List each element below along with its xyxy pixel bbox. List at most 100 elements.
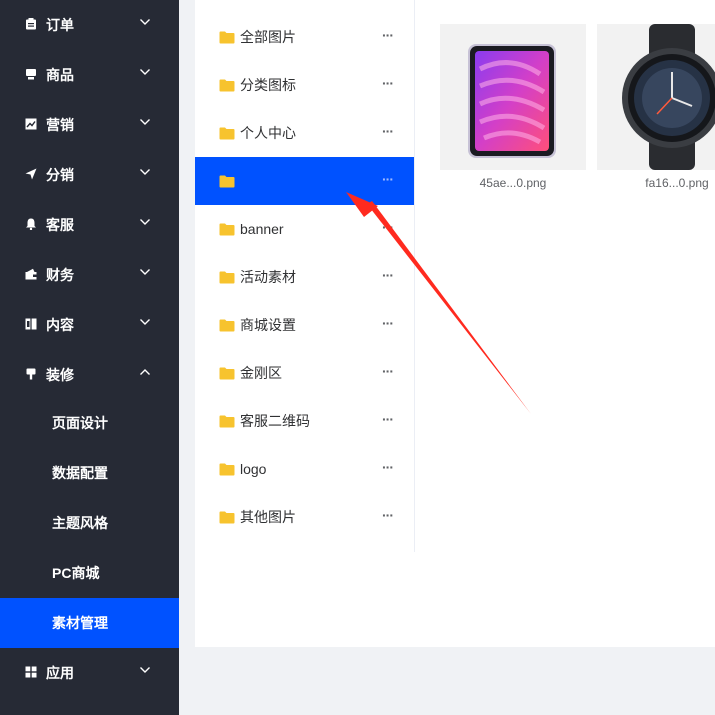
chevron-down-icon (140, 319, 150, 325)
submenu-item-pc-mall[interactable]: PC商城 (0, 548, 179, 598)
folder-icon (219, 319, 235, 332)
folder-item[interactable]: 客服二维码 ··· (195, 397, 414, 445)
wallet-icon (25, 268, 37, 280)
folder-item[interactable]: 商城设置 ··· (195, 301, 414, 349)
paint-brush-icon (26, 368, 36, 380)
folder-icon (219, 31, 235, 44)
submenu-item-label: 页面设计 (52, 415, 108, 431)
bell-icon (26, 218, 36, 230)
folder-icon (219, 223, 235, 236)
menu-item-label: 营销 (46, 117, 74, 133)
menu-item-customer-service[interactable]: 客服 (0, 200, 179, 250)
sidebar: 订单 商品 营销 分销 客服 财务 内容 装修 页面设计 数据配置 主题风格 P… (0, 0, 179, 715)
chevron-down-icon (140, 119, 150, 125)
folder-label: 活动素材 (240, 269, 296, 285)
chevron-up-icon (140, 369, 150, 375)
folder-more-button[interactable]: ··· (382, 76, 394, 90)
chevron-down-icon (140, 69, 150, 75)
folder-icon (219, 511, 235, 524)
smartwatch-product-icon (622, 24, 715, 170)
folder-icon (219, 127, 235, 140)
book-icon (25, 318, 37, 330)
menu-item-label: 装修 (46, 367, 74, 383)
folder-icon (219, 271, 235, 284)
folder-more-button[interactable]: ··· (382, 412, 394, 426)
folder-item[interactable]: banner ··· (195, 205, 414, 253)
tablet-product-icon (468, 44, 556, 158)
folder-label: logo (240, 461, 267, 477)
folder-item[interactable]: 其他图片 ··· (195, 493, 414, 541)
folder-list: 全部图片 ··· 分类图标 ··· 个人中心 ··· ··· banner ··… (195, 0, 415, 552)
chevron-down-icon (140, 19, 150, 25)
folder-more-button[interactable]: ··· (382, 508, 394, 522)
file-thumbnail (597, 24, 715, 170)
chevron-down-icon (140, 169, 150, 175)
menu-item-label: 商品 (46, 67, 74, 83)
folder-label: 金刚区 (240, 365, 282, 381)
clipboard-icon (26, 18, 36, 30)
folder-more-button[interactable]: ··· (382, 172, 394, 186)
chevron-down-icon (140, 667, 150, 673)
submenu-item-page-design[interactable]: 页面设计 (0, 398, 179, 448)
folder-more-button[interactable]: ··· (382, 124, 394, 138)
folder-label: 分类图标 (240, 77, 296, 93)
folder-more-button[interactable]: ··· (382, 220, 394, 234)
submenu-item-data-config[interactable]: 数据配置 (0, 448, 179, 498)
menu-item-finance[interactable]: 财务 (0, 250, 179, 300)
material-panel: 全部图片 ··· 分类图标 ··· 个人中心 ··· ··· banner ··… (195, 0, 715, 647)
menu-item-marketing[interactable]: 营销 (0, 100, 179, 150)
menu-item-label: 应用 (46, 665, 74, 681)
menu-item-label: 内容 (46, 317, 74, 333)
folder-icon (219, 175, 235, 188)
folder-more-button[interactable]: ··· (382, 364, 394, 378)
folder-more-button[interactable]: ··· (382, 28, 394, 42)
package-icon (26, 69, 36, 80)
folder-icon (219, 415, 235, 428)
folder-label: banner (240, 221, 284, 237)
folder-item[interactable]: 个人中心 ··· (195, 109, 414, 157)
chevron-down-icon (140, 219, 150, 225)
folder-label: 商城设置 (240, 317, 296, 333)
menu-item-distribution[interactable]: 分销 (0, 150, 179, 200)
menu-item-label: 订单 (46, 17, 74, 33)
menu-item-apps[interactable]: 应用 (0, 648, 179, 698)
folder-item-selected[interactable]: ··· (195, 157, 414, 205)
file-thumbnail (440, 24, 586, 170)
folder-icon (219, 367, 235, 380)
trend-chart-icon (25, 118, 37, 130)
file-card[interactable]: 45ae...0.png (440, 24, 586, 194)
folder-icon (219, 79, 235, 92)
submenu-item-label: 数据配置 (52, 465, 108, 481)
folder-item[interactable]: 全部图片 ··· (195, 13, 414, 61)
folder-more-button[interactable]: ··· (382, 460, 394, 474)
file-name: fa16...0.png (645, 176, 709, 190)
folder-label: 客服二维码 (240, 413, 310, 429)
folder-more-button[interactable]: ··· (382, 268, 394, 282)
menu-item-content[interactable]: 内容 (0, 300, 179, 350)
folder-item[interactable]: 活动素材 ··· (195, 253, 414, 301)
submenu-item-label: 主题风格 (52, 515, 108, 531)
folder-label: 全部图片 (240, 29, 296, 45)
folder-label: 其他图片 (240, 509, 296, 525)
paper-plane-icon (25, 168, 37, 180)
submenu-item-material-management[interactable]: 素材管理 (0, 598, 179, 648)
grid-icon (25, 666, 37, 678)
file-name: 45ae...0.png (479, 176, 547, 190)
menu-item-label: 财务 (46, 267, 74, 283)
folder-item[interactable]: logo ··· (195, 445, 414, 493)
submenu-item-theme-style[interactable]: 主题风格 (0, 498, 179, 548)
folder-item[interactable]: 分类图标 ··· (195, 61, 414, 109)
file-card[interactable]: fa16...0.png (597, 24, 715, 194)
submenu-item-label: PC商城 (52, 565, 100, 581)
menu-item-orders[interactable]: 订单 (0, 0, 179, 50)
chevron-down-icon (140, 269, 150, 275)
submenu-item-label: 素材管理 (52, 615, 108, 631)
folder-item[interactable]: 金刚区 ··· (195, 349, 414, 397)
folder-more-button[interactable]: ··· (382, 316, 394, 330)
menu-item-label: 客服 (46, 217, 74, 233)
menu-item-products[interactable]: 商品 (0, 50, 179, 100)
folder-label: 个人中心 (240, 125, 296, 141)
menu-item-decoration[interactable]: 装修 (0, 350, 179, 400)
folder-icon (219, 463, 235, 476)
menu-item-label: 分销 (46, 167, 74, 183)
